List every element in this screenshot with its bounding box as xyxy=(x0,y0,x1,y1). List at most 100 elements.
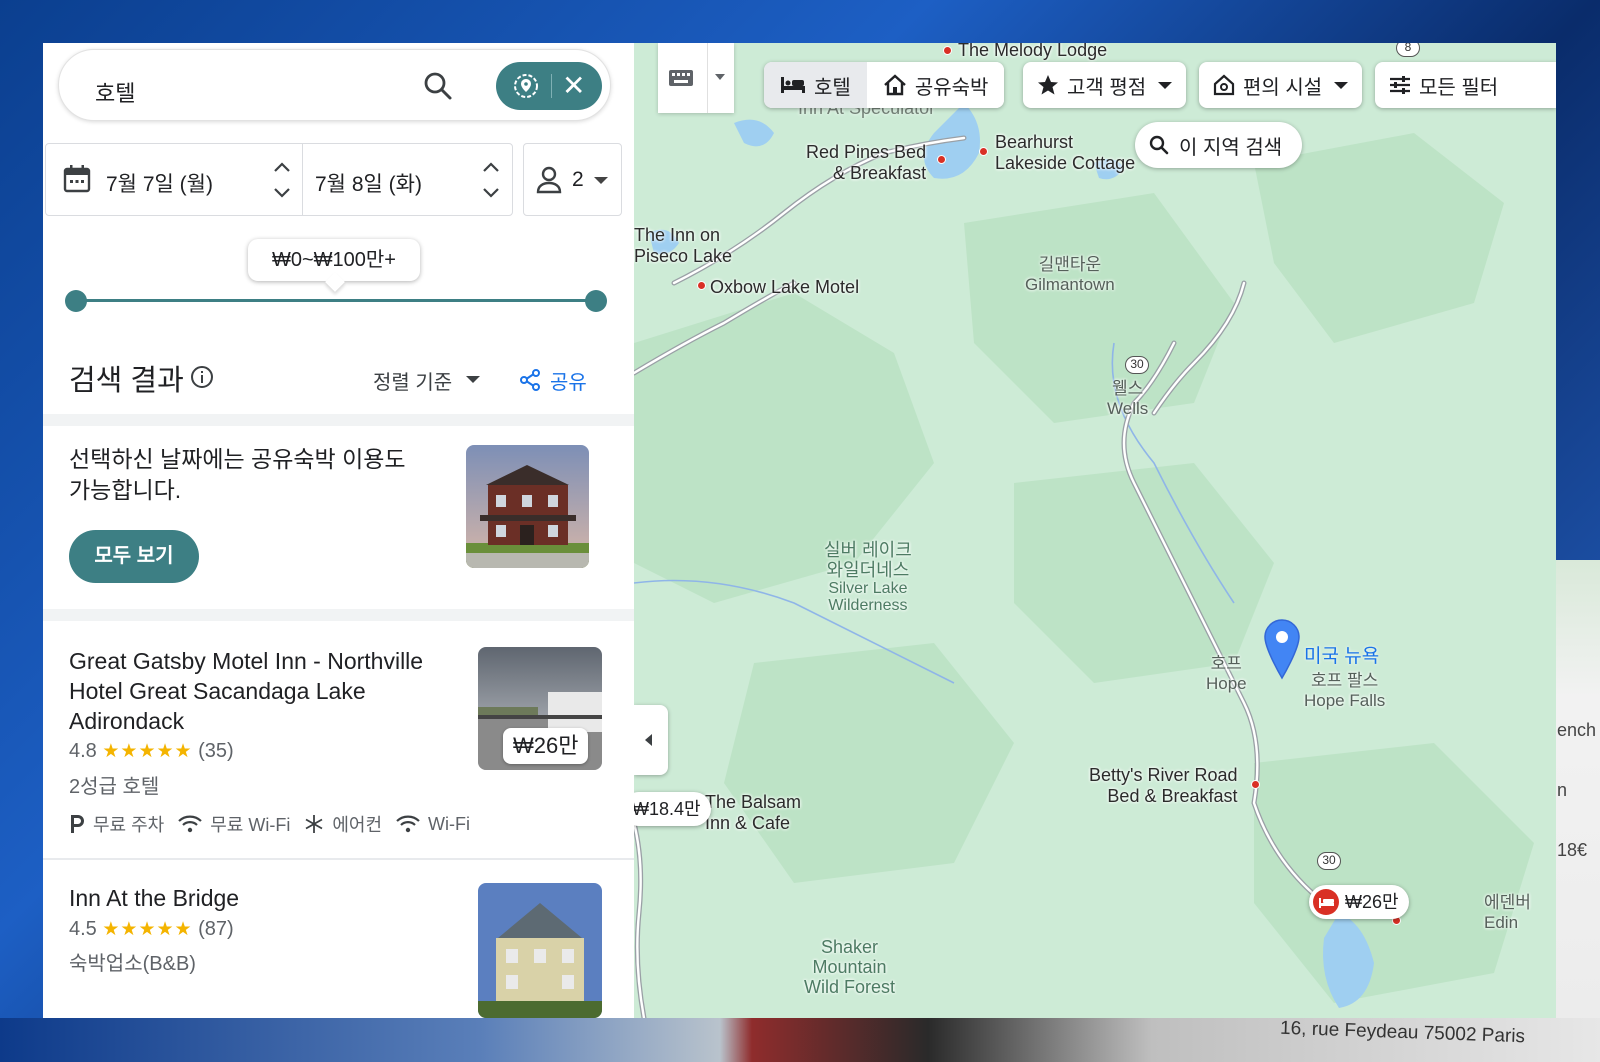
hotel-chip[interactable]: 호텔 xyxy=(764,62,867,108)
amenity-item: Wi-Fi xyxy=(396,814,470,835)
map-label[interactable]: The Balsam Inn & Cafe xyxy=(705,792,801,834)
share-button[interactable]: 공유 xyxy=(550,366,587,395)
parking-icon xyxy=(71,815,84,833)
input-tools-button[interactable] xyxy=(658,43,734,113)
chip-label: 공유숙박 xyxy=(914,76,989,99)
hotel-class: 2성급 호텔 xyxy=(69,776,160,798)
map-price-pin[interactable]: ₩18.4만 xyxy=(634,792,711,826)
filter-icon xyxy=(1390,76,1410,94)
checkin-date[interactable]: 7월 7일 (월) xyxy=(106,168,213,198)
caret-down-icon[interactable] xyxy=(466,376,480,383)
map-label[interactable]: Betty's River Road Bed & Breakfast xyxy=(1089,765,1238,807)
map-label-line: Inn & Cafe xyxy=(705,813,791,833)
location-pin-icon[interactable] xyxy=(513,73,539,99)
keyboard-icon[interactable] xyxy=(668,69,694,87)
map-label-line: The Inn on xyxy=(634,225,721,245)
map-label-line: Silver Lake xyxy=(828,580,908,597)
search-this-area-button[interactable]: 이 지역 검색 xyxy=(1135,122,1302,168)
price-range-label: ₩0~₩100만+ xyxy=(248,239,420,281)
map-view[interactable]: The Melody Lodge Inn At Speculator Red P… xyxy=(634,43,1556,1018)
map-label-line: Wells xyxy=(1107,399,1149,418)
hotel-photo[interactable] xyxy=(478,883,602,1018)
map-label-line: 실버 레이크 xyxy=(824,540,912,560)
map-label-line: 에덴버 xyxy=(1484,893,1531,912)
route-shield: 8 xyxy=(1396,43,1420,57)
guest-rating-chip[interactable]: 고객 평점 xyxy=(1023,62,1187,108)
vacation-rental-chip[interactable]: 공유숙박 xyxy=(866,62,1005,108)
sort-button[interactable]: 정렬 기준 xyxy=(373,366,452,395)
vacation-rental-photo[interactable] xyxy=(466,445,589,568)
amenity-item: 무료 Wi-Fi xyxy=(178,811,290,837)
amenity-label: 무료 Wi-Fi xyxy=(210,815,291,835)
map-label-line: Edin xyxy=(1484,913,1519,932)
map-label[interactable]: The Melody Lodge xyxy=(958,43,1107,61)
hotel-marker[interactable] xyxy=(1251,780,1260,789)
map-label[interactable]: Bearhurst Lakeside Cottage xyxy=(995,132,1135,174)
map-label[interactable]: The Inn on Piseco Lake xyxy=(634,225,732,267)
price-slider-track[interactable] xyxy=(76,299,596,302)
date-separator xyxy=(302,144,303,215)
caret-down-icon xyxy=(594,177,608,184)
guest-count: 2 xyxy=(572,168,584,191)
chevron-up-icon[interactable] xyxy=(272,160,292,174)
tool-separator xyxy=(707,43,708,113)
hotel-price-tag: ₩26만 xyxy=(503,728,589,764)
amenity-label: 무료 주차 xyxy=(93,815,165,835)
route-shield: 30 xyxy=(1125,356,1149,374)
search-input[interactable]: 호텔 xyxy=(95,76,135,108)
map-label: 에덴버 Edin xyxy=(1484,893,1531,933)
hotel-marker[interactable] xyxy=(697,281,706,290)
search-box[interactable]: 호텔 ✕ xyxy=(58,49,611,121)
view-all-button[interactable]: 모두 보기 xyxy=(69,530,199,583)
bed-icon xyxy=(1313,889,1339,915)
chevron-down-icon[interactable] xyxy=(481,186,501,200)
checkout-date[interactable]: 7월 8일 (화) xyxy=(315,168,422,198)
map-label-line: Betty's River Road xyxy=(1089,765,1238,785)
vacation-rental-promo-text: 선택하신 날짜에는 공유숙박 이용도 가능합니다. xyxy=(69,446,406,503)
all-filters-chip[interactable]: 모든 필터 xyxy=(1375,62,1556,108)
close-icon[interactable]: ✕ xyxy=(562,68,585,104)
caret-down-icon[interactable] xyxy=(715,74,725,80)
rating-value: 4.5 xyxy=(69,918,97,940)
map-label: Shaker Mountain Wild Forest xyxy=(804,937,895,997)
location-filter-pill[interactable]: ✕ xyxy=(496,62,602,110)
collapse-panel-button[interactable] xyxy=(634,705,668,775)
map-label-line: Wild Forest xyxy=(804,977,896,997)
price-slider-max-handle[interactable] xyxy=(585,290,607,312)
results-panel: 호텔 ✕ 7월 7일 (월) 7월 8일 (화) 2 ₩0~₩100만+ 검색 … xyxy=(43,43,646,1018)
map-label-line: Lakeside Cottage xyxy=(995,153,1136,173)
chip-label: 모든 필터 xyxy=(1419,76,1499,99)
snowflake-icon xyxy=(305,815,323,833)
amenities-chip[interactable]: 편의 시설 xyxy=(1199,62,1363,108)
location-pin-icon[interactable] xyxy=(1263,618,1301,680)
search-icon[interactable] xyxy=(423,71,453,101)
share-icon[interactable] xyxy=(519,368,541,392)
person-icon xyxy=(536,166,562,194)
map-label-line: 길맨타운 xyxy=(1038,255,1102,274)
hotel-marker[interactable] xyxy=(979,147,988,156)
results-title: 검색 결과 xyxy=(69,365,184,397)
hotel-marker[interactable] xyxy=(943,46,952,55)
amenity-list: 무료 주차 무료 Wi-Fi 에어컨 Wi-Fi xyxy=(69,811,484,837)
hotel-name[interactable]: Great Gatsby Motel Inn - Northville Hote… xyxy=(69,646,459,736)
chip-label: 호텔 xyxy=(814,76,851,99)
map-label-line: Hope xyxy=(1206,674,1247,693)
chevron-down-icon[interactable] xyxy=(272,186,292,200)
chevron-up-icon[interactable] xyxy=(481,160,501,174)
map-label[interactable]: Oxbow Lake Motel xyxy=(710,277,859,298)
map-terrain xyxy=(634,103,1534,1018)
hotel-marker[interactable] xyxy=(937,155,946,164)
section-divider xyxy=(43,609,637,621)
map-label-line: Mountain xyxy=(812,957,887,977)
map-label[interactable]: Red Pines Bed & Breakfast xyxy=(806,142,926,184)
guest-selector[interactable]: 2 xyxy=(523,143,622,216)
info-icon[interactable] xyxy=(190,365,214,389)
hotel-name[interactable]: Inn At the Bridge xyxy=(69,883,459,913)
star-rating-icon: ★★★★★ xyxy=(102,741,193,762)
location-label[interactable]: 미국 뉴욕 xyxy=(1304,641,1379,668)
caret-left-icon[interactable] xyxy=(645,734,652,746)
map-price-pin[interactable]: ₩26만 xyxy=(1309,885,1409,919)
chip-label: 편의 시설 xyxy=(1243,76,1323,99)
price-slider-min-handle[interactable] xyxy=(65,290,87,312)
review-count: (87) xyxy=(198,918,234,940)
